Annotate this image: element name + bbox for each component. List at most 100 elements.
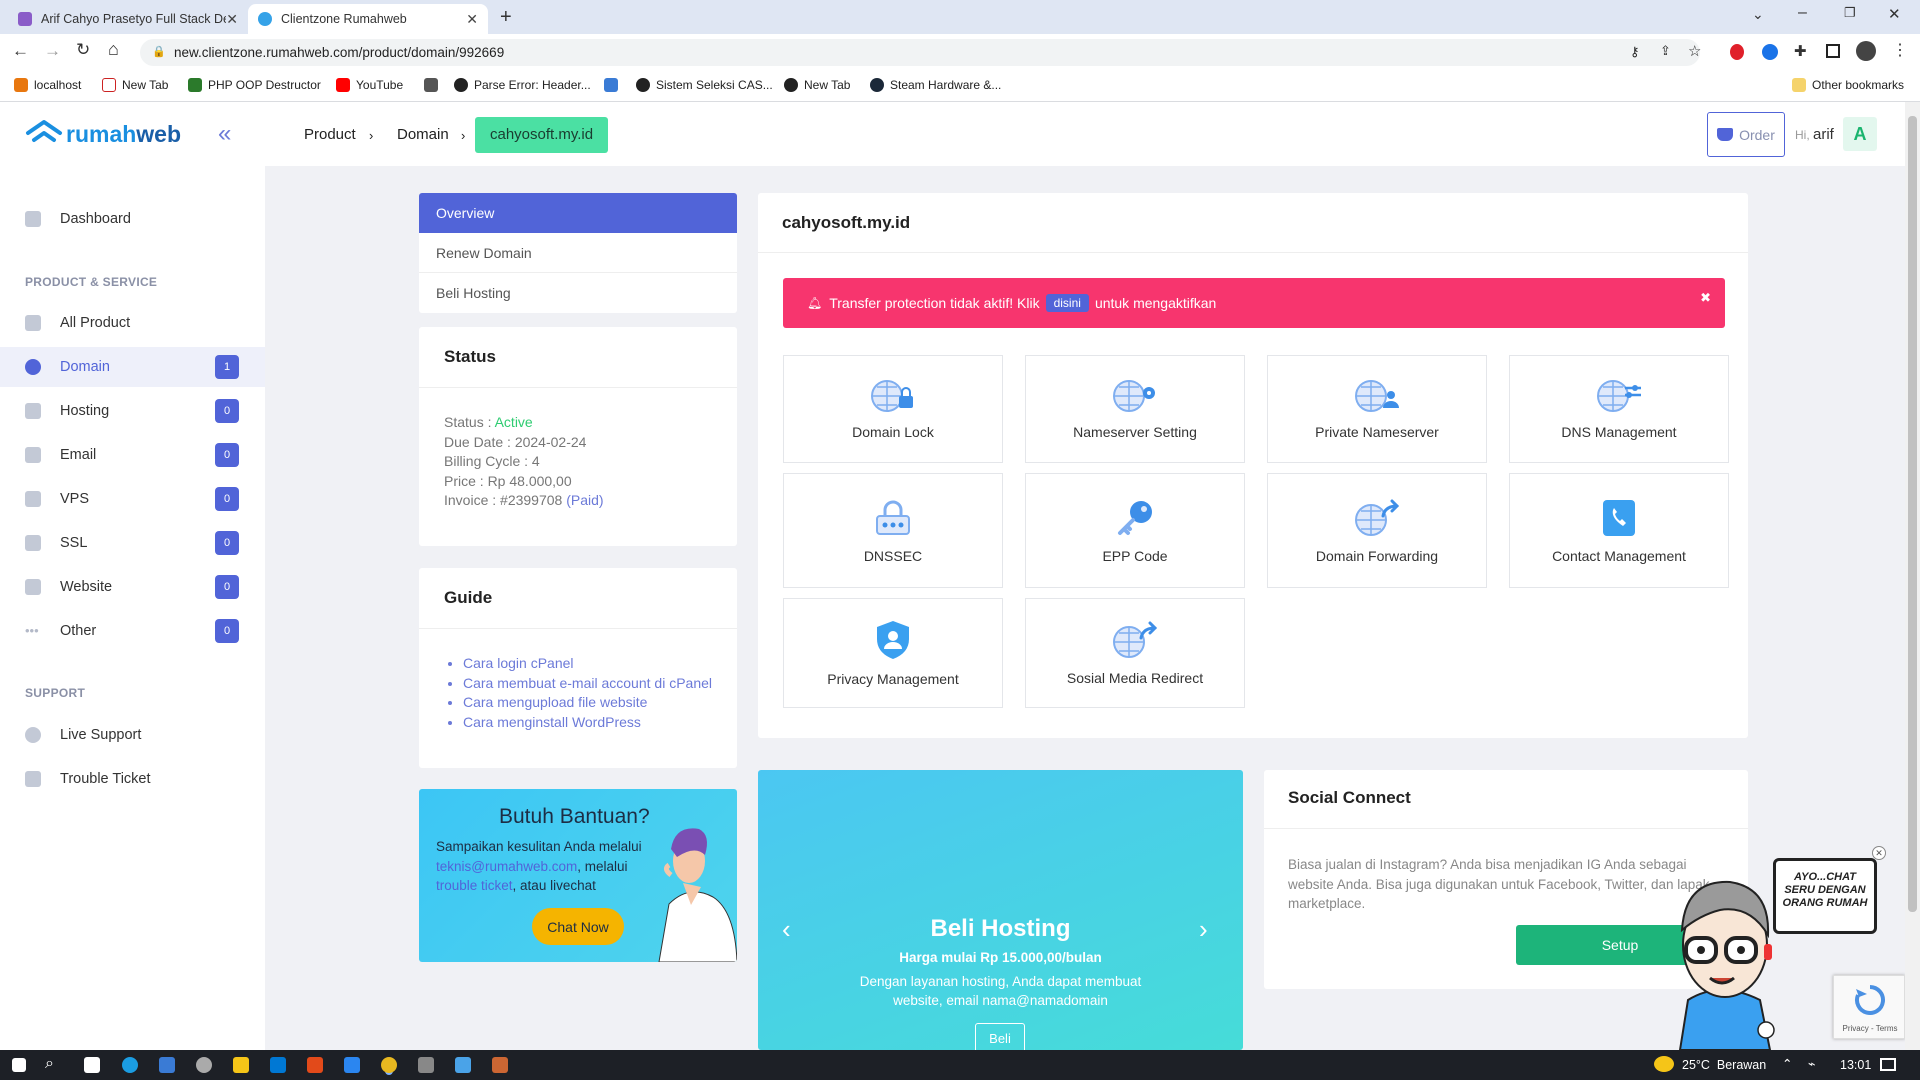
browser-tab[interactable]: Arif Cahyo Prasetyo Full Stack De ✕ <box>8 4 248 34</box>
minimize-icon[interactable]: – <box>1798 4 1807 22</box>
bookmark-item[interactable]: Sistem Seleksi CAS... <box>636 78 773 92</box>
menu-overview[interactable]: Overview <box>419 193 737 233</box>
trouble-ticket-link[interactable]: trouble ticket <box>436 878 513 893</box>
sidepanel-icon[interactable] <box>1826 44 1840 58</box>
service-dns-management[interactable]: DNS Management <box>1509 355 1729 463</box>
browser-tab-active[interactable]: Clientzone Rumahweb ✕ <box>248 4 488 34</box>
bookmark-item[interactable]: localhost <box>14 78 81 92</box>
service-domain-lock[interactable]: Domain Lock <box>783 355 1003 463</box>
network-icon[interactable]: ⌁ <box>1808 1056 1816 1071</box>
office-icon[interactable] <box>307 1057 323 1073</box>
maximize-icon[interactable]: ❐ <box>1844 5 1856 21</box>
puzzle-extensions-icon[interactable]: ✚ <box>1794 42 1807 60</box>
vscode-icon[interactable] <box>344 1057 360 1073</box>
sidebar-item-ssl[interactable]: SSL 0 <box>0 523 265 563</box>
weather-text[interactable]: 25°C Berawan <box>1682 1058 1766 1072</box>
chat-bubble[interactable]: AYO...CHAT SERU DENGAN ORANG RUMAH <box>1773 858 1877 934</box>
bookmark-item[interactable]: Parse Error: Header... <box>454 78 591 92</box>
new-tab-icon[interactable]: + <box>500 6 512 29</box>
profile-avatar[interactable] <box>1856 41 1876 61</box>
sidebar-item-vps[interactable]: VPS 0 <box>0 479 265 519</box>
close-tab-icon[interactable]: ✕ <box>466 11 478 28</box>
service-privacy-management[interactable]: Privacy Management <box>783 598 1003 708</box>
windows-start-icon[interactable] <box>12 1058 26 1072</box>
invoice-paid-link[interactable]: (Paid) <box>566 492 603 508</box>
bookmark-item[interactable]: New Tab <box>784 78 850 92</box>
share-icon[interactable]: ⇪ <box>1660 43 1671 59</box>
app-icon[interactable] <box>418 1057 434 1073</box>
url-bar[interactable]: 🔒 new.clientzone.rumahweb.com/product/do… <box>140 39 1701 66</box>
support-email-link[interactable]: teknis@rumahweb.com <box>436 859 577 874</box>
tab-search-icon[interactable]: ⌄ <box>1752 6 1764 23</box>
mail-app-icon[interactable] <box>159 1057 175 1073</box>
order-button[interactable]: Order <box>1707 112 1785 157</box>
sidebar-item-all-product[interactable]: All Product <box>0 303 265 343</box>
tray-chevron-icon[interactable]: ⌃ <box>1782 1056 1792 1071</box>
breadcrumb-product[interactable]: Product <box>304 126 356 143</box>
app-icon[interactable] <box>455 1057 471 1073</box>
file-explorer-icon[interactable] <box>233 1057 249 1073</box>
opera-extension-icon[interactable] <box>1730 44 1744 60</box>
forward-icon[interactable]: → <box>44 41 61 61</box>
service-epp-code[interactable]: EPP Code <box>1025 473 1245 588</box>
bookmark-item[interactable] <box>424 78 444 92</box>
bookmark-item[interactable] <box>604 78 624 92</box>
chrome-icon[interactable] <box>381 1057 397 1073</box>
recaptcha-badge[interactable]: Privacy - Terms <box>1833 975 1905 1039</box>
menu-beli-hosting[interactable]: Beli Hosting <box>419 273 737 313</box>
edge-icon[interactable] <box>122 1057 138 1073</box>
home-icon[interactable]: ⌂ <box>108 39 119 60</box>
close-tab-icon[interactable]: ✕ <box>226 11 238 28</box>
back-icon[interactable]: ← <box>12 41 29 61</box>
sidebar-item-dashboard[interactable]: Dashboard <box>0 199 265 239</box>
guide-link[interactable]: Cara membuat e-mail account di cPanel <box>463 674 712 694</box>
service-nameserver-setting[interactable]: Nameserver Setting <box>1025 355 1245 463</box>
breadcrumb-domain[interactable]: Domain <box>397 126 449 143</box>
service-private-nameserver[interactable]: Private Nameserver <box>1267 355 1487 463</box>
sidebar-item-trouble-ticket[interactable]: Trouble Ticket <box>0 759 265 799</box>
chat-now-button[interactable]: Chat Now <box>532 908 624 945</box>
user-name[interactable]: arif <box>1813 126 1834 143</box>
close-alert-icon[interactable]: ✖ <box>1700 290 1711 306</box>
collapse-sidebar-icon[interactable]: « <box>218 120 231 148</box>
key-icon[interactable]: ⚷ <box>1630 44 1640 60</box>
app-icon[interactable] <box>492 1057 508 1073</box>
clock-time[interactable]: 13:01 <box>1840 1058 1871 1072</box>
task-view-icon[interactable] <box>84 1057 100 1073</box>
notifications-icon[interactable] <box>1880 1058 1896 1071</box>
sidebar-item-live-support[interactable]: Live Support <box>0 715 265 755</box>
search-icon[interactable]: ⌕ <box>45 1055 54 1073</box>
avatar[interactable]: A <box>1843 117 1877 151</box>
close-chat-icon[interactable]: ✕ <box>1872 846 1886 860</box>
beli-button[interactable]: Beli <box>975 1023 1025 1050</box>
extension-icon[interactable] <box>1762 44 1778 60</box>
bookmark-item[interactable]: New Tab <box>102 78 168 92</box>
service-dnssec[interactable]: DNSSEC <box>783 473 1003 588</box>
scrollbar[interactable] <box>1905 102 1920 1050</box>
bookmark-item[interactable]: Steam Hardware &... <box>870 78 1001 92</box>
kebab-menu-icon[interactable]: ⋮ <box>1892 40 1908 60</box>
service-sosial-media-redirect[interactable]: Sosial Media Redirect <box>1025 598 1245 708</box>
guide-link[interactable]: Cara menginstall WordPress <box>463 713 712 733</box>
bookmark-item[interactable]: YouTube <box>336 78 403 92</box>
sidebar-item-email[interactable]: Email 0 <box>0 435 265 475</box>
weather-icon[interactable] <box>1654 1056 1674 1072</box>
activate-protection-link[interactable]: disini <box>1045 294 1089 312</box>
sidebar-item-hosting[interactable]: Hosting 0 <box>0 391 265 431</box>
guide-link[interactable]: Cara mengupload file website <box>463 693 712 713</box>
sidebar-item-domain[interactable]: Domain 1 <box>0 347 265 387</box>
steam-app-icon[interactable] <box>196 1057 212 1073</box>
close-window-icon[interactable]: ✕ <box>1888 5 1901 23</box>
bookmark-star-icon[interactable]: ☆ <box>1688 42 1701 60</box>
reload-icon[interactable]: ↻ <box>76 40 90 60</box>
bookmark-item[interactable]: PHP OOP Destructor <box>188 78 321 92</box>
bookmark-item[interactable]: Other bookmarks <box>1792 78 1904 92</box>
sidebar-item-website[interactable]: Website 0 <box>0 567 265 607</box>
service-contact-management[interactable]: Contact Management <box>1509 473 1729 588</box>
sidebar-item-other[interactable]: ••• Other 0 <box>0 611 265 651</box>
store-icon[interactable] <box>270 1057 286 1073</box>
scrollbar-thumb[interactable] <box>1908 116 1917 912</box>
guide-link[interactable]: Cara login cPanel <box>463 654 712 674</box>
brand-logo[interactable]: rumah web <box>25 119 181 149</box>
menu-renew-domain[interactable]: Renew Domain <box>419 233 737 273</box>
